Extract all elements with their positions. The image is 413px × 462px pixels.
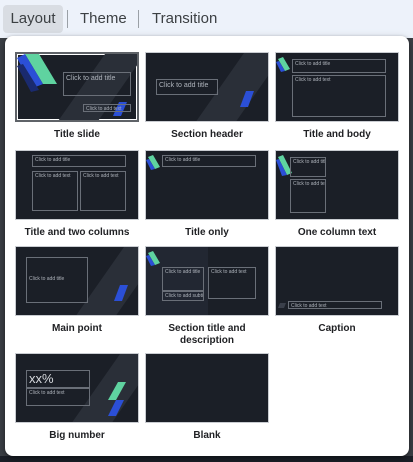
layout-thumbnail: Click to add title Click to add text — [275, 150, 399, 220]
layout-section-title-and-description[interactable]: Click to add title Click to add subtitle… — [145, 246, 269, 347]
subtitle-placeholder: Click to add text — [83, 104, 131, 112]
title-placeholder: Click to add title — [292, 59, 386, 73]
tab-divider — [138, 10, 139, 28]
layout-title-only[interactable]: Click to add title Title only — [145, 150, 269, 239]
accent-stripes-icon — [114, 285, 128, 301]
accent-stripes-icon — [146, 251, 160, 266]
backdrop-strip — [0, 456, 413, 462]
layout-label: Section title and description — [168, 323, 246, 346]
layout-thumbnail: Click to add title — [145, 150, 269, 220]
tab-layout[interactable]: Layout — [3, 5, 63, 33]
subtitle-placeholder: Click to add subtitle — [162, 291, 204, 301]
layout-label: Title and body — [303, 129, 371, 140]
layout-thumbnail: xx% Click to add text — [15, 353, 139, 423]
layout-main-point[interactable]: Click to add title Main point — [15, 246, 139, 335]
layout-thumbnail: Click to add title Click to add text — [275, 52, 399, 122]
title-placeholder: Click to add title — [162, 267, 204, 291]
layout-label: One column text — [297, 227, 377, 238]
body-placeholder: Click to add text — [290, 179, 326, 213]
body-placeholder: Click to add text — [292, 75, 386, 117]
layout-label: Caption — [318, 323, 356, 334]
layout-one-column-text[interactable]: Click to add title Click to add text One… — [275, 150, 399, 239]
title-placeholder: Click to add title — [32, 155, 126, 167]
accent-stripes-icon — [108, 382, 126, 416]
title-placeholder: Click to add title — [162, 155, 256, 167]
layout-title-slide[interactable]: Click to add title Click to add text Tit… — [15, 52, 139, 141]
layout-title-and-two-columns[interactable]: Click to add title Click to add text Cli… — [15, 150, 139, 239]
layout-picker-popup: Click to add title Click to add text Tit… — [5, 36, 409, 456]
layout-thumbnail: Click to add title Click to add subtitle… — [145, 246, 269, 316]
layout-thumbnail: Click to add title — [15, 246, 139, 316]
title-placeholder: Click to add title — [290, 157, 326, 177]
body-placeholder: Click to add text — [26, 388, 90, 406]
layout-section-header[interactable]: Click to add title Section header — [145, 52, 269, 141]
column-1-placeholder: Click to add text — [32, 171, 78, 211]
tab-transition[interactable]: Transition — [152, 5, 217, 33]
layout-label: Title and two columns — [24, 227, 130, 238]
column-2-placeholder: Click to add text — [80, 171, 126, 211]
caption-placeholder: Click to add text — [288, 301, 382, 309]
layout-label: Title only — [185, 227, 229, 238]
layout-caption[interactable]: Click to add text Caption — [275, 246, 399, 335]
title-placeholder: Click to add title — [156, 79, 218, 95]
tab-divider — [67, 10, 68, 28]
title-placeholder: Click to add title — [26, 257, 88, 303]
layout-thumbnail: Click to add title Click to add text — [15, 52, 139, 122]
layout-thumbnail: Click to add title — [145, 52, 269, 122]
accent-stripes-icon — [240, 91, 254, 107]
layout-thumbnail: Click to add text — [275, 246, 399, 316]
layout-thumbnail: Click to add title Click to add text Cli… — [15, 150, 139, 220]
layout-label: Main point — [52, 323, 102, 334]
layout-label: Section header — [171, 129, 243, 140]
layout-label: Blank — [193, 430, 221, 441]
body-placeholder: Click to add text — [208, 267, 256, 299]
sidebar-tab-bar: Layout Theme Transition — [0, 0, 413, 38]
layout-blank[interactable]: Blank — [145, 353, 269, 442]
big-number-placeholder: xx% — [26, 370, 90, 388]
tab-theme[interactable]: Theme — [80, 5, 127, 33]
title-placeholder: Click to add title — [63, 72, 131, 96]
layout-title-and-body[interactable]: Click to add title Click to add text Tit… — [275, 52, 399, 141]
layout-big-number[interactable]: xx% Click to add text Big number — [15, 353, 139, 442]
layout-label: Title slide — [54, 129, 100, 140]
layout-label: Big number — [49, 430, 105, 441]
layout-thumbnail — [145, 353, 269, 423]
